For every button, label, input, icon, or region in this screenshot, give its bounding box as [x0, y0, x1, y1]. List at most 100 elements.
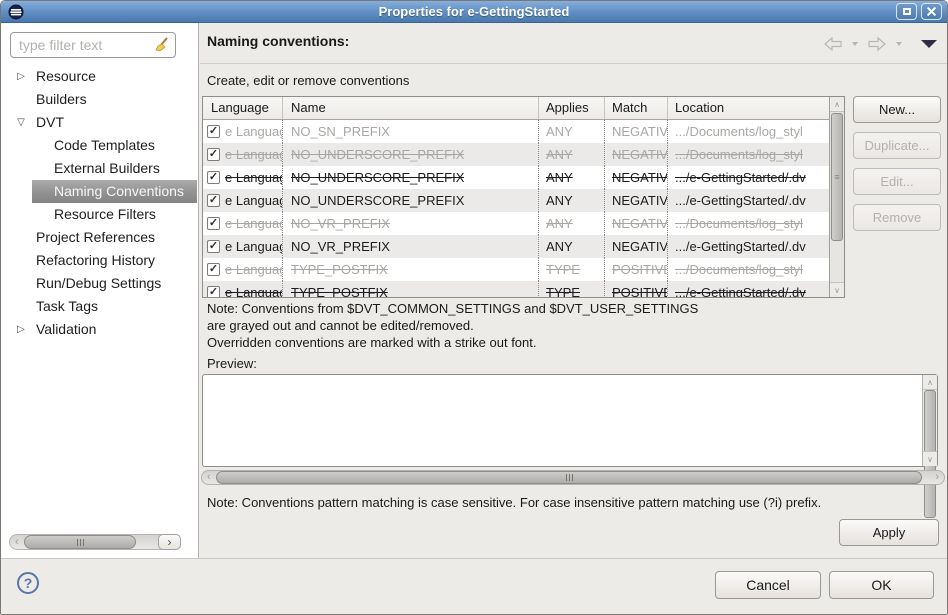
back-dropdown-icon[interactable]	[852, 42, 858, 46]
page-title: Naming conventions:	[207, 33, 349, 49]
sidebar-item-builders[interactable]: Builders	[1, 88, 197, 111]
remove-button[interactable]: Remove	[853, 204, 941, 231]
maximize-button[interactable]	[896, 3, 917, 20]
sidebar-item-task-tags[interactable]: Task Tags	[1, 295, 197, 318]
preview-textarea[interactable]: ∧ ≡ ∨	[202, 374, 938, 467]
gray-note: Note: Conventions from $DVT_COMMON_SETTI…	[207, 300, 698, 351]
sidebar-item-naming-conventions[interactable]: Naming Conventions	[32, 180, 197, 203]
filter-input[interactable]	[10, 32, 176, 58]
tree-item-label: Builders	[36, 91, 87, 107]
table-row[interactable]: ✓ e Language NO_UNDERSCORE_PREFIX ANY NE…	[203, 166, 844, 189]
tree-item-label: Project References	[36, 229, 155, 245]
cell-language: e Language	[225, 124, 282, 139]
cell-name: TYPE_POSTFIX	[291, 262, 388, 277]
column-header-language[interactable]: Language	[203, 97, 283, 119]
sidebar-item-run-debug-settings[interactable]: Run/Debug Settings	[1, 272, 197, 295]
help-icon[interactable]: ?	[17, 572, 39, 594]
cell-location: .../Documents/log_styl	[675, 147, 803, 162]
cell-location: .../e-GettingStarted/.dv	[675, 170, 806, 185]
table-vertical-scrollbar[interactable]: ∧ ≡ ∨	[829, 97, 844, 297]
checkbox-checked-icon[interactable]: ✓	[207, 148, 220, 161]
cell-applies: ANY	[546, 147, 573, 162]
cell-applies: ANY	[546, 239, 573, 254]
apply-button[interactable]: Apply	[839, 519, 939, 546]
table-row[interactable]: ✓ e Language NO_SN_PREFIX ANY NEGATIVE .…	[203, 120, 844, 143]
new-button[interactable]: New...	[853, 96, 941, 123]
tree-arrow-icon[interactable]: ▷	[14, 318, 28, 341]
sidebar-item-code-templates[interactable]: Code Templates	[1, 134, 197, 157]
window-title: Properties for e-GettingStarted	[1, 4, 947, 19]
forward-arrow-icon[interactable]	[867, 36, 887, 52]
scroll-up-icon[interactable]: ∧	[830, 97, 844, 112]
checkbox-checked-icon[interactable]: ✓	[207, 240, 220, 253]
scroll-up-icon[interactable]: ∧	[923, 375, 937, 390]
cell-language: e Language	[225, 170, 282, 185]
duplicate-button[interactable]: Duplicate...	[853, 132, 941, 159]
scrollbar-thumb[interactable]	[24, 535, 136, 549]
checkbox-checked-icon[interactable]: ✓	[207, 125, 220, 138]
forward-dropdown-icon[interactable]	[896, 42, 902, 46]
preview-vertical-scrollbar[interactable]: ∧ ≡ ∨	[922, 375, 937, 466]
cell-location: .../Documents/log_styl	[675, 262, 803, 277]
table-row[interactable]: ✓ e Language NO_VR_PREFIX ANY NEGATIVE .…	[203, 235, 844, 258]
sidebar-item-external-builders[interactable]: External Builders	[1, 157, 197, 180]
titlebar[interactable]: Properties for e-GettingStarted	[1, 1, 947, 23]
sidebar-item-project-references[interactable]: Project References	[1, 226, 197, 249]
sidebar: ▷ Resource Builders ▽ DVT Code Templates…	[1, 23, 199, 558]
tree-item-label: Naming Conventions	[54, 183, 184, 199]
cell-language: e Language	[225, 216, 282, 231]
cell-language: e Language	[225, 285, 282, 298]
column-header-applies[interactable]: Applies	[539, 97, 605, 119]
sidebar-horizontal-scrollbar[interactable]: ‹ ›	[9, 534, 181, 550]
table-row[interactable]: ✓ e Language NO_VR_PREFIX ANY NEGATIVE .…	[203, 212, 844, 235]
checkbox-checked-icon[interactable]: ✓	[207, 286, 220, 298]
sidebar-item-refactoring-history[interactable]: Refactoring History	[1, 249, 197, 272]
checkbox-checked-icon[interactable]: ✓	[207, 263, 220, 276]
column-header-match[interactable]: Match	[605, 97, 668, 119]
ok-button[interactable]: OK	[829, 571, 934, 599]
preview-horizontal-scrollbar[interactable]: ‹ ›	[201, 470, 945, 485]
column-header-name[interactable]: Name	[283, 97, 539, 119]
sidebar-item-resource-filters[interactable]: Resource Filters	[1, 203, 197, 226]
table-row[interactable]: ✓ e Language NO_UNDERSCORE_PREFIX ANY NE…	[203, 189, 844, 212]
scroll-left-icon[interactable]: ‹	[207, 471, 211, 484]
cell-name: TYPE_POSTFIX	[291, 285, 388, 298]
tree-item-label: External Builders	[54, 160, 160, 176]
tree-arrow-icon[interactable]: ▷	[14, 65, 28, 88]
cell-applies: TYPE	[546, 285, 580, 298]
edit-button[interactable]: Edit...	[853, 168, 941, 195]
checkbox-checked-icon[interactable]: ✓	[207, 217, 220, 230]
scroll-down-icon[interactable]: ∨	[830, 282, 844, 297]
sidebar-item-dvt[interactable]: ▽ DVT	[1, 111, 197, 134]
sidebar-item-resource[interactable]: ▷ Resource	[1, 65, 197, 88]
cell-location: .../Documents/log_styl	[675, 124, 803, 139]
cancel-button[interactable]: Cancel	[715, 571, 821, 599]
view-menu-icon[interactable]	[921, 40, 937, 48]
scrollbar-thumb[interactable]: ≡	[831, 113, 843, 241]
close-button[interactable]	[921, 3, 942, 20]
scroll-right-icon[interactable]: ›	[935, 471, 939, 484]
table-row[interactable]: ✓ e Language TYPE_POSTFIX TYPE POSITIVE …	[203, 281, 844, 298]
cell-location: .../e-GettingStarted/.dv	[675, 239, 806, 254]
table-row[interactable]: ✓ e Language NO_UNDERSCORE_PREFIX ANY NE…	[203, 143, 844, 166]
scroll-right-button[interactable]: ›	[158, 534, 181, 550]
cell-match: POSITIVE	[612, 262, 667, 277]
tree-item-label: DVT	[36, 114, 64, 130]
scrollbar-thumb[interactable]	[216, 471, 922, 484]
clear-filter-icon[interactable]	[154, 37, 170, 58]
table-row[interactable]: ✓ e Language TYPE_POSTFIX TYPE POSITIVE …	[203, 258, 844, 281]
tree-item-label: Task Tags	[36, 298, 98, 314]
cell-name: NO_UNDERSCORE_PREFIX	[291, 147, 464, 162]
scroll-left-icon[interactable]: ‹	[15, 535, 19, 549]
sidebar-item-validation[interactable]: ▷ Validation	[1, 318, 197, 341]
cell-applies: ANY	[546, 124, 573, 139]
column-header-location[interactable]: Location	[668, 97, 844, 119]
back-arrow-icon[interactable]	[823, 36, 843, 52]
tree-arrow-icon[interactable]: ▽	[14, 111, 28, 134]
cell-name: NO_UNDERSCORE_PREFIX	[291, 193, 464, 208]
tree-item-label: Resource	[36, 68, 96, 84]
scroll-down-icon[interactable]: ∨	[923, 451, 937, 466]
checkbox-checked-icon[interactable]: ✓	[207, 171, 220, 184]
checkbox-checked-icon[interactable]: ✓	[207, 194, 220, 207]
table-action-buttons: New... Duplicate... Edit... Remove	[853, 96, 941, 231]
